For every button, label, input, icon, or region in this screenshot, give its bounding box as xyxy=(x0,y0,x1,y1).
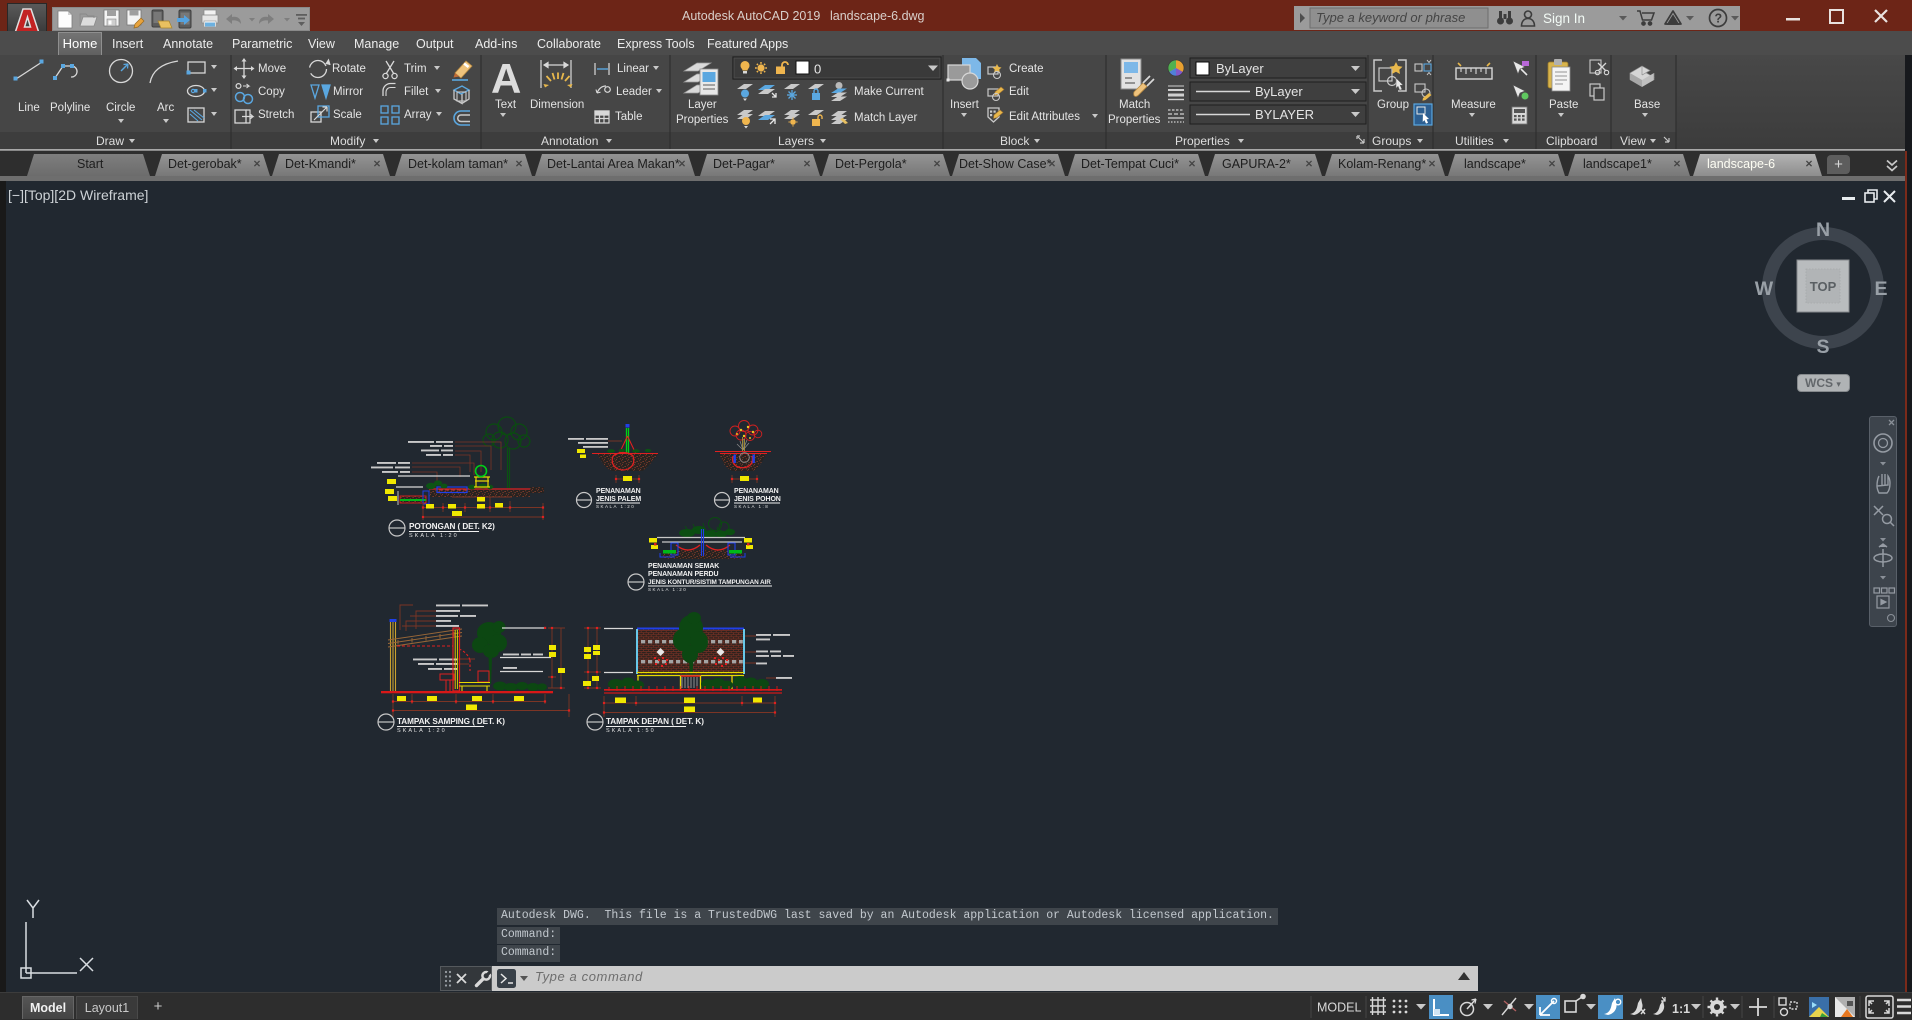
svg-text:SKALA 1:20: SKALA 1:20 xyxy=(397,728,447,734)
svg-text:JENIS PALEM: JENIS PALEM xyxy=(596,496,641,503)
svg-text:Type a keyword or phrase: Type a keyword or phrase xyxy=(1316,10,1465,25)
svg-text:Sign In: Sign In xyxy=(1543,11,1585,26)
svg-text:?: ? xyxy=(1715,12,1723,26)
svg-text:SKALA 1:50: SKALA 1:50 xyxy=(606,728,656,734)
svg-text:A: A xyxy=(491,55,521,102)
svg-text:TAMPAK SAMPING ( DET. K): TAMPAK SAMPING ( DET. K) xyxy=(397,717,505,726)
svg-text:PENANAMAN: PENANAMAN xyxy=(596,488,641,495)
svg-text:N: N xyxy=(1816,219,1830,241)
svg-text:JENIS KONTUR/SISTIM TAMPUNGAN: JENIS KONTUR/SISTIM TAMPUNGAN AIR xyxy=(648,579,771,586)
svg-text:JENIS POHON: JENIS POHON xyxy=(734,496,781,503)
svg-text:SKALA 1:8: SKALA 1:8 xyxy=(734,504,769,509)
svg-text:ByLayer: ByLayer xyxy=(1255,84,1303,99)
svg-text:ByLayer: ByLayer xyxy=(1216,61,1264,76)
svg-text:POTONGAN ( DET. K2): POTONGAN ( DET. K2) xyxy=(409,522,495,531)
svg-text:0: 0 xyxy=(814,62,821,77)
svg-text:MODEL: MODEL xyxy=(1317,1001,1362,1015)
svg-text:E: E xyxy=(1874,278,1887,300)
svg-text:SKALA 1:20: SKALA 1:20 xyxy=(648,587,687,592)
svg-text:SKALA 1:20: SKALA 1:20 xyxy=(596,504,635,509)
svg-text:PENANAMAN PERDU: PENANAMAN PERDU xyxy=(648,571,718,578)
svg-text:TAMPAK DEPAN ( DET. K): TAMPAK DEPAN ( DET. K) xyxy=(606,717,704,726)
svg-text:PENANAMAN SEMAK: PENANAMAN SEMAK xyxy=(648,563,719,570)
svg-text:W: W xyxy=(1755,278,1774,300)
svg-text:PENANAMAN: PENANAMAN xyxy=(734,488,779,495)
svg-text:SKALA 1:20: SKALA 1:20 xyxy=(409,533,459,539)
svg-text:1:1: 1:1 xyxy=(1672,1002,1690,1016)
svg-text:S: S xyxy=(1816,336,1829,358)
svg-text:BYLAYER: BYLAYER xyxy=(1255,107,1314,122)
svg-text:TOP: TOP xyxy=(1810,279,1837,294)
